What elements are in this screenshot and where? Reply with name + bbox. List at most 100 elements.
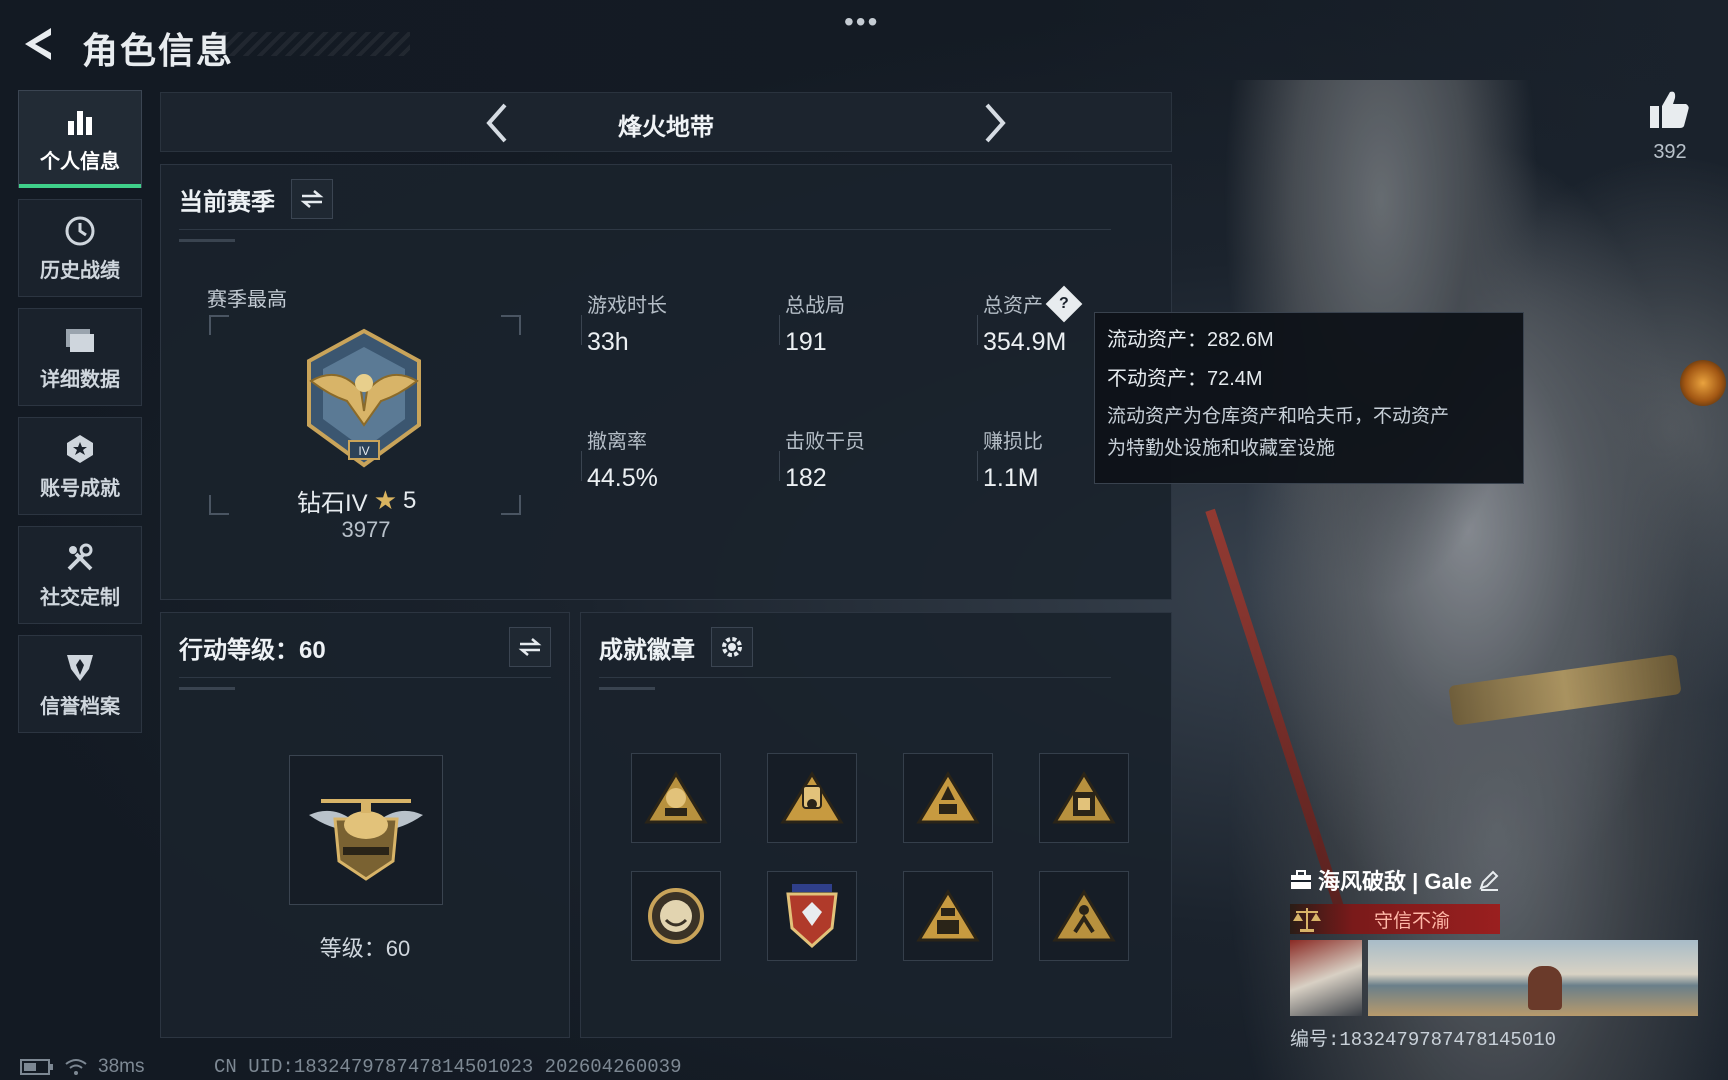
folder-icon xyxy=(63,323,97,357)
battery-icon xyxy=(20,1059,53,1075)
title-decoration xyxy=(210,32,410,56)
stat-divider xyxy=(977,315,978,345)
level-switch-button[interactable] xyxy=(509,627,551,667)
badge-slot[interactable] xyxy=(903,753,993,843)
divider-accent xyxy=(179,239,235,242)
mode-next-button[interactable] xyxy=(975,101,1015,145)
like-widget[interactable]: 392 xyxy=(1640,88,1700,164)
stat-divider xyxy=(779,315,780,345)
badge-slot[interactable] xyxy=(767,753,857,843)
rank-diamond-eagle-icon: IV xyxy=(307,328,421,468)
level-title: 行动等级：60 xyxy=(179,636,326,664)
stat-label: 击败干员 xyxy=(785,431,865,453)
rank-stars: 5 xyxy=(403,486,417,514)
season-switch-button[interactable] xyxy=(291,179,333,219)
character-drone-light xyxy=(1680,360,1726,406)
stat-value: 44.5% xyxy=(587,464,658,492)
level-emblem xyxy=(289,755,443,905)
badge-s6-icon xyxy=(916,771,980,824)
badge-s5-icon xyxy=(780,771,844,824)
divider-accent xyxy=(599,687,655,690)
sidebar-item-detailed-data[interactable]: 详细数据 xyxy=(18,308,142,406)
badge-runner-icon xyxy=(1052,889,1116,942)
top-bar: 角色信息 ••• xyxy=(0,0,1728,80)
assets-tooltip: 流动资产：282.6M 不动资产：72.4M 流动资产为仓库资产和哈夫币，不动资… xyxy=(1094,312,1524,484)
chevron-right-icon xyxy=(985,103,1006,143)
character-arm-band xyxy=(1448,654,1682,726)
stat-operators-defeated: 击败干员 182 xyxy=(779,425,865,493)
sidebar-item-social-customization[interactable]: 社交定制 xyxy=(18,526,142,624)
swap-arrows-icon xyxy=(518,638,542,656)
stat-total-matches: 总战局 191 xyxy=(779,289,845,357)
scales-icon xyxy=(1293,908,1321,932)
stat-label-text: 总资产 xyxy=(983,295,1043,317)
season-header: 当前赛季 xyxy=(179,179,333,219)
badge-slot[interactable] xyxy=(1039,871,1129,961)
badge-slot[interactable] xyxy=(631,871,721,961)
namecard-motto: 守信不渝 xyxy=(1290,904,1500,934)
stat-value: 354.9M xyxy=(983,328,1067,356)
stat-value: 182 xyxy=(785,464,827,492)
latency: 38ms xyxy=(98,1056,145,1077)
rank-points: 3977 xyxy=(341,517,391,542)
player-namecard[interactable]: 海风破敌 | Gale 守信不渝 编号:1832479787478145010 xyxy=(1290,864,1706,1051)
stat-label: 游戏时长 xyxy=(587,295,667,317)
badge-slot[interactable] xyxy=(767,871,857,961)
current-season-panel: 当前赛季 赛季最高 IV 钻石IV ★ 5 3977 游戏时长 33h 总战局 … xyxy=(160,164,1172,600)
status-bar: 38ms xyxy=(20,1056,144,1078)
back-button[interactable] xyxy=(18,24,58,64)
helicopter-emblem-icon xyxy=(309,799,423,881)
star-icon: ★ xyxy=(373,485,397,515)
sidebar-item-label: 个人信息 xyxy=(40,150,120,173)
stat-label: 总资产 ? xyxy=(983,285,1083,322)
sidebar-item-personal-info[interactable]: 个人信息 xyxy=(18,90,142,188)
badge-triangle-icon xyxy=(916,889,980,942)
edit-pencil-icon[interactable] xyxy=(1478,869,1500,891)
uid-line: CN UID:183247978747814501023 20260426003… xyxy=(214,1056,682,1078)
frame-corner xyxy=(209,315,229,335)
badge-slot[interactable] xyxy=(1039,753,1129,843)
motto-text: 守信不渝 xyxy=(1373,910,1450,932)
stat-label: 赚损比 xyxy=(983,431,1043,453)
badge-slot[interactable] xyxy=(631,753,721,843)
stat-value: 191 xyxy=(785,328,827,356)
divider-accent xyxy=(179,687,235,690)
mode-title: 烽火地带 xyxy=(618,114,714,141)
badge-slot[interactable] xyxy=(903,871,993,961)
bar-chart-icon xyxy=(63,105,97,139)
sidebar-item-label: 详细数据 xyxy=(40,368,120,391)
back-arrow-icon xyxy=(25,28,51,60)
badge-grid xyxy=(631,753,1129,961)
stat-total-assets: 总资产 ? 354.9M xyxy=(977,285,1083,357)
stat-profit-loss-ratio: 赚损比 1.1M xyxy=(977,425,1043,493)
frame-corner xyxy=(501,315,521,335)
stat-divider xyxy=(581,451,582,481)
sidebar-item-history[interactable]: 历史战绩 xyxy=(18,199,142,297)
stat-label: 撤离率 xyxy=(587,431,647,453)
like-count: 392 xyxy=(1653,141,1687,163)
sidebar-item-label: 社交定制 xyxy=(40,586,120,609)
badge-shield-icon xyxy=(786,884,838,949)
tooltip-fixed-assets: 不动资产：72.4M xyxy=(1107,368,1263,390)
namecard-id: 编号:1832479787478145010 xyxy=(1290,1029,1557,1051)
help-glyph: ? xyxy=(1059,294,1069,312)
help-icon[interactable]: ? xyxy=(1045,285,1083,322)
gear-icon xyxy=(722,637,742,657)
stat-divider xyxy=(779,451,780,481)
more-options-button[interactable]: ••• xyxy=(844,6,879,38)
badges-settings-button[interactable] xyxy=(711,627,753,667)
briefcase-icon xyxy=(1291,870,1311,889)
svg-text:IV: IV xyxy=(358,444,369,458)
namecard-figure xyxy=(1528,966,1562,1010)
sidebar-item-account-achievements[interactable]: 账号成就 xyxy=(18,417,142,515)
namecard-images xyxy=(1290,940,1706,1016)
divider xyxy=(599,677,1111,678)
season-title: 当前赛季 xyxy=(179,188,275,216)
badge-gate-icon xyxy=(1052,771,1116,824)
sidebar-item-label: 账号成就 xyxy=(40,477,120,500)
sidebar: 个人信息 历史战绩 详细数据 账号成就 社交定制 信誉档案 xyxy=(18,90,144,744)
sidebar-item-credit-profile[interactable]: 信誉档案 xyxy=(18,635,142,733)
swap-arrows-icon xyxy=(300,190,324,208)
rank-tier: 钻石IV xyxy=(297,490,368,517)
achievement-badges-panel: 成就徽章 xyxy=(580,612,1172,1038)
